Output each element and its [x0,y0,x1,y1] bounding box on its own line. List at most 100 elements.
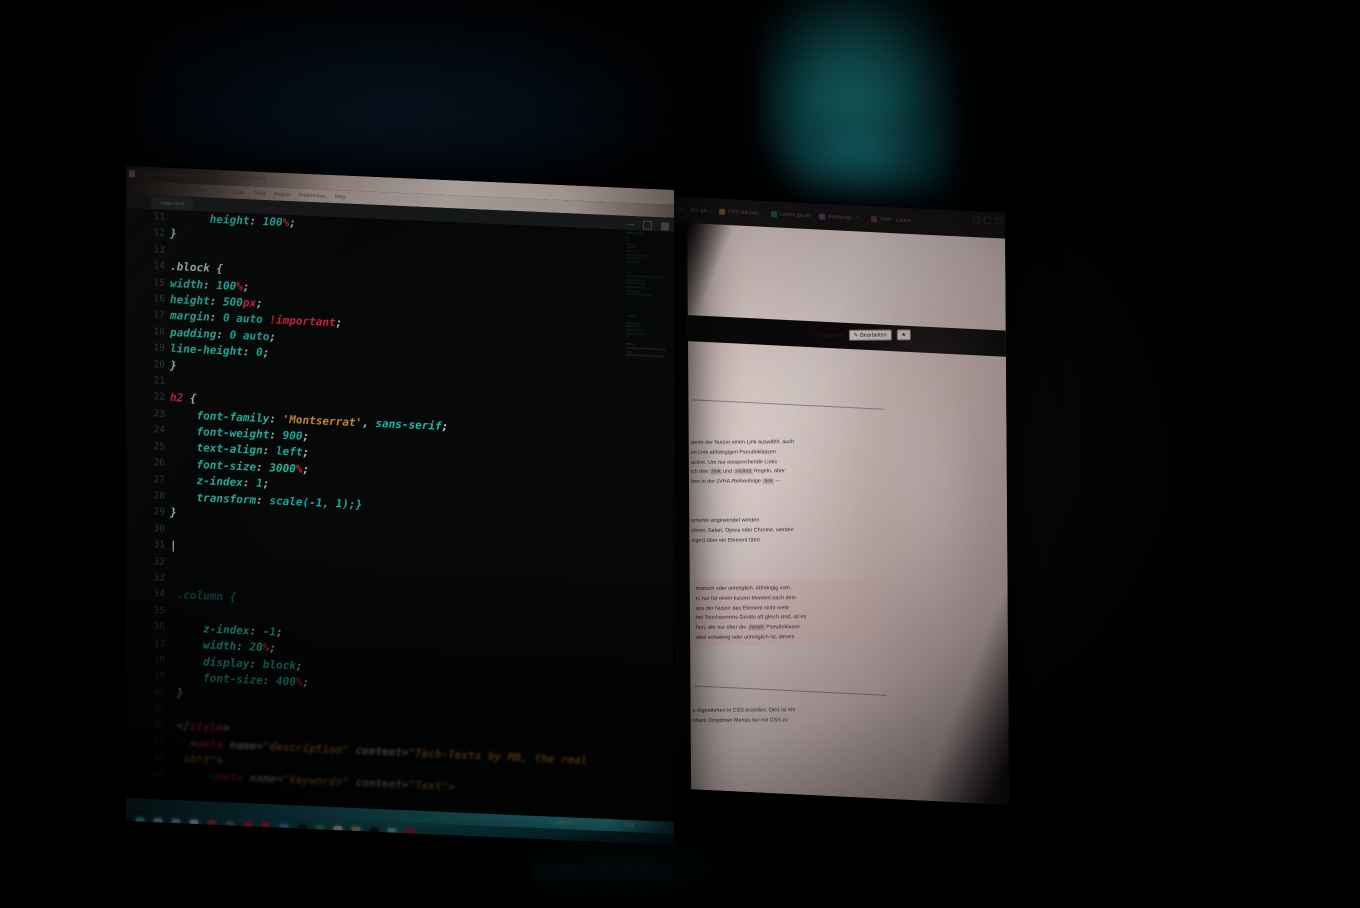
app-blue-icon[interactable] [280,824,288,832]
keyboard-key[interactable] [662,866,666,904]
keyboard-key[interactable] [630,866,634,904]
code-token: < [170,735,197,749]
taskview-icon[interactable] [172,819,180,827]
app-peach-icon[interactable] [352,827,360,835]
code-token: h2 [170,391,183,405]
keyboard-key[interactable] [615,866,619,904]
keyboard-key[interactable] [583,866,587,904]
minimap-line [626,304,628,306]
code-token: 0 auto [223,312,269,327]
code-token: z-index [203,622,249,637]
menu-item-selection[interactable]: Selection [166,186,187,193]
browser-window-controls[interactable] [973,216,1002,224]
maximize-icon[interactable] [643,221,652,230]
line-number: 23 [140,405,168,423]
keyboard-key[interactable] [641,866,645,904]
keyboard-key[interactable] [535,866,539,904]
code-token: ; [256,297,263,310]
browser-tab[interactable]: Web · Latest [871,216,911,224]
code-token: "keywords" [283,773,349,789]
keyboard-key[interactable] [599,866,603,904]
keyboard-key[interactable] [577,866,581,904]
code-token: ; [302,430,309,443]
menu-item-preferences[interactable]: Preferences [299,192,326,199]
article-action-bar[interactable]: ⚲ Sprachen ✎ Bearbeiten ★ [814,329,911,341]
keyboard-key[interactable] [572,866,576,904]
menu-item-project[interactable]: Project [274,191,290,198]
close-icon[interactable] [661,222,669,230]
editor-code-area[interactable]: 11 12 13 14 15 16 17 18 19 20 21 22 23 24 25 26 27 28 29 30… [126,208,674,822]
sublime-icon[interactable] [334,826,342,834]
line-number: 30 [140,520,168,538]
code-token [170,670,203,684]
start-icon[interactable] [136,817,144,825]
explorer-icon[interactable] [190,820,198,828]
keyboard-key[interactable] [646,866,650,904]
app-crimson2-icon[interactable] [262,823,270,831]
minimize-icon[interactable] [627,224,634,226]
browser-minimize-icon[interactable] [973,216,980,223]
minimap-line [626,243,633,245]
keyboard-key[interactable] [556,866,560,904]
keyboard-key[interactable] [588,866,592,904]
browser-maximize-icon[interactable] [984,217,991,224]
app-green-icon[interactable] [316,825,324,833]
app-grey-icon[interactable] [226,821,234,829]
keyboard-key[interactable] [562,866,566,904]
keyboard-key[interactable] [652,866,656,904]
line-number: 14 [140,258,168,276]
keyboard-key[interactable] [540,866,544,904]
keyboard-key[interactable] [620,866,624,904]
keyboard-key[interactable] [567,866,571,904]
browser-tab[interactable]: h1 - Text ge... [669,206,711,214]
code-token: : [269,428,282,442]
search-icon[interactable] [154,818,162,826]
code-token: font-size [203,671,263,687]
menu-item-file[interactable]: File [131,185,139,191]
code-token: , [362,416,375,430]
languages-control[interactable]: ⚲ Sprachen [814,332,844,338]
line-number: 34 [140,586,168,604]
app-red-icon[interactable] [208,821,216,829]
keyboard-key[interactable] [668,866,672,904]
keyboard-key[interactable] [604,866,608,904]
minimap-line [626,314,635,316]
keyboard-key[interactable] [636,866,640,904]
keyboard-key[interactable] [657,866,661,904]
browser-tab[interactable]: Bootstrap · T... [819,213,863,221]
edit-button[interactable]: ✎ Bearbeiten [848,329,891,340]
app-opera-icon[interactable] [406,829,414,837]
code-token: .block { [170,260,223,275]
browser-close-icon[interactable] [995,217,1002,224]
menu-item-goto[interactable]: Goto [234,189,245,195]
app-crimson-icon[interactable] [244,822,252,830]
keyboard-key[interactable] [609,866,613,904]
keyboard-key[interactable] [593,866,597,904]
code-token: text-align [197,442,263,458]
menu-item-tools[interactable]: Tools [254,190,266,197]
menu-item-help[interactable]: Help [335,194,345,200]
browser-tab[interactable]: Lorem ipsum [771,211,811,219]
browser-tab-label: CSS link bey... [728,209,763,217]
watch-star-button[interactable]: ★ [897,329,911,340]
menu-item-find[interactable]: Find [195,188,205,194]
code-token: sans-serif [375,417,441,433]
keyboard-key[interactable] [625,866,629,904]
menu-item-view[interactable]: View [214,188,225,194]
browser-tab[interactable]: CSS link bey... [719,208,763,216]
editor-source-code[interactable]: height: 100%;} .block {width: 100%; heigh… [170,210,630,820]
editor-window-controls[interactable] [627,220,669,231]
menu-item-edit[interactable]: Edit [148,185,157,191]
photo-bottom-fade [0,820,1360,908]
line-number: 15 [140,274,168,292]
editor-minimap[interactable] [626,232,670,754]
app-black-icon[interactable] [370,828,378,836]
keyboard-key[interactable] [546,866,550,904]
app-dark-icon[interactable] [298,825,306,833]
app-cyan-icon[interactable] [388,828,396,836]
code-token: sh*t" [170,752,216,767]
code-token: > [216,754,223,767]
keyboard[interactable] [532,862,674,908]
browser-tab-label: Lorem ipsum [780,211,811,219]
keyboard-key[interactable] [551,866,555,904]
